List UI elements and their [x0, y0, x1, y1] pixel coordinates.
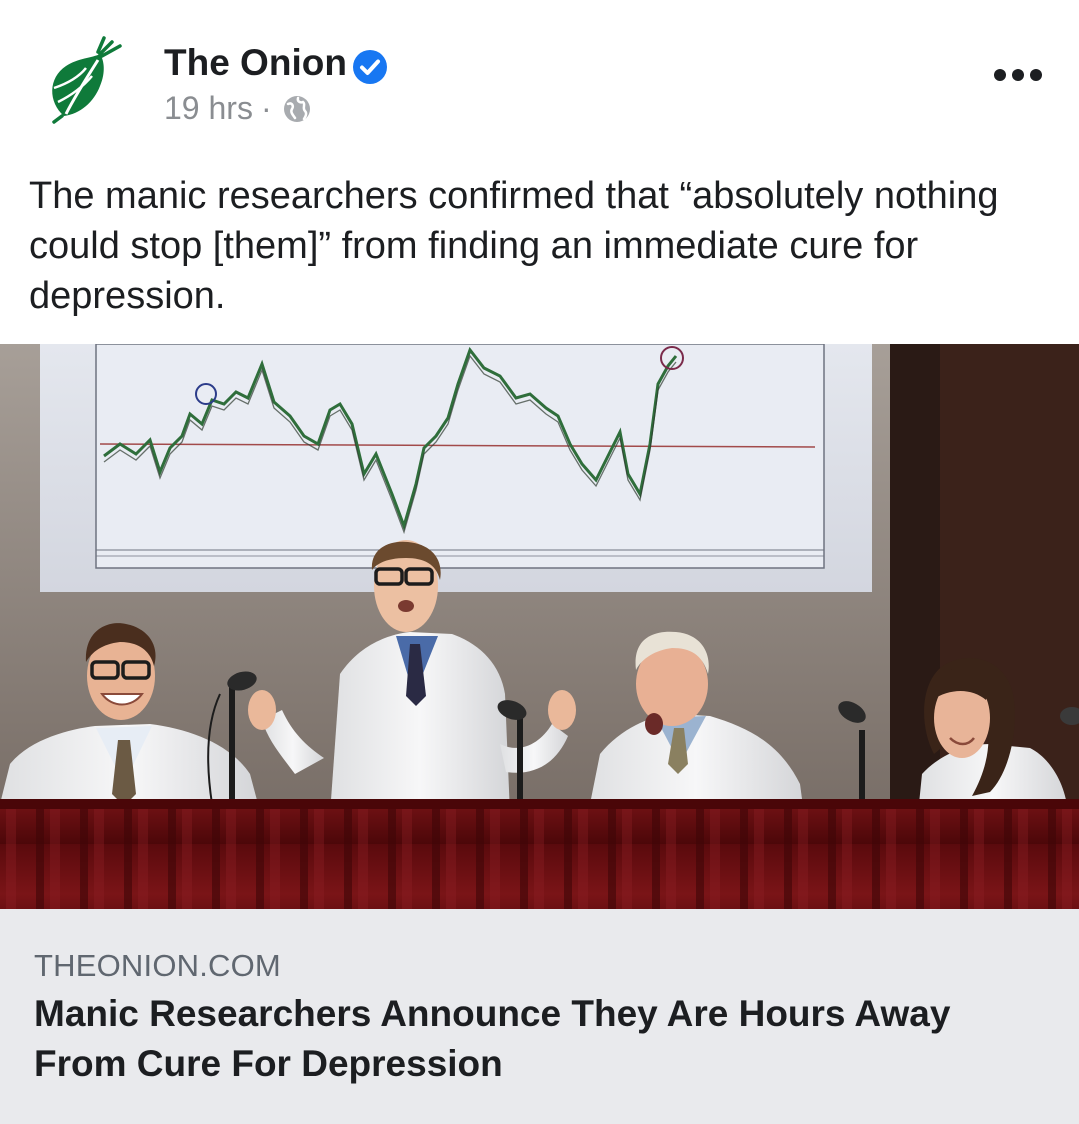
more-options-icon[interactable] — [988, 58, 1048, 92]
meta-separator: · — [260, 90, 272, 126]
article-photo[interactable] — [0, 344, 1079, 909]
onion-logo-avatar[interactable] — [40, 36, 130, 126]
post-timestamp[interactable]: 19 hrs — [164, 90, 253, 127]
verified-badge-icon — [353, 50, 387, 84]
post-header: The Onion 19 hrs · — [0, 0, 1079, 160]
post-meta: 19 hrs · — [164, 90, 312, 127]
link-domain: THEONION.COM — [34, 948, 281, 983]
page-name[interactable]: The Onion — [164, 42, 347, 84]
facebook-post: The Onion 19 hrs · The manic researchers… — [0, 0, 1079, 1124]
link-preview-card[interactable]: THEONION.COM Manic Researchers Announce … — [0, 909, 1079, 1124]
post-caption: The manic researchers confirmed that “ab… — [29, 175, 999, 317]
globe-icon[interactable] — [282, 94, 312, 124]
link-headline[interactable]: Manic Researchers Announce They Are Hour… — [34, 989, 1034, 1089]
